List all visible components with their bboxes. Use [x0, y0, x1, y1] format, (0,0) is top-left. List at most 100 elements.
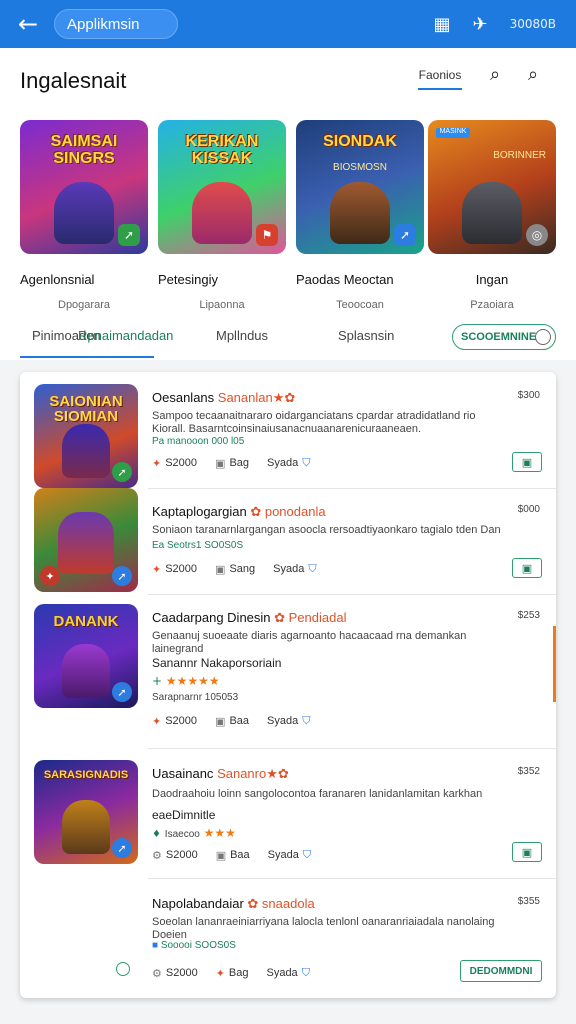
list-item[interactable]: ✦ ➚ Kaptaplogargian ✿ ponodanla $000 Son…: [20, 488, 556, 594]
featured-card[interactable]: MASINK BORINNER ◎ Ingan Pzaoiara: [428, 120, 556, 311]
stat-bag: Bag: [229, 457, 250, 469]
active-tab-indicator: [20, 356, 154, 358]
character-art: [62, 644, 110, 698]
shield-icon: ⛉: [302, 848, 312, 861]
back-arrow-icon[interactable]: ←: [8, 0, 48, 48]
bag-icon: ▣: [215, 562, 226, 576]
tab-splasnsin[interactable]: Splasnsin: [338, 328, 394, 343]
search-icon[interactable]: ⌕: [490, 64, 500, 85]
item-description: Genaanuj suoeaate diaris agarnoanto haca…: [152, 630, 467, 656]
gear-icon: ⚙: [152, 966, 162, 980]
item-stats: ⚙ S2000 ▣ Baa Syada ⛉: [152, 848, 311, 862]
game-thumbnail: SARASIGNADIS ➚: [34, 760, 138, 864]
scroll-indicator[interactable]: [553, 626, 556, 702]
featured-category: Dpogarara: [58, 299, 110, 311]
recommend-button[interactable]: SCOOEMNINE: [452, 324, 556, 350]
page-title: Ingalesnait: [20, 68, 127, 93]
pin-icon: ♦: [152, 829, 161, 840]
item-stats: ✦ S2000 ▣ Sang Syada ⛉: [152, 562, 317, 576]
featured-name: Agenlonsnial: [20, 272, 95, 287]
character-art: [192, 182, 252, 244]
shield-icon: ⛉: [302, 456, 311, 469]
arrow-icon: ➚: [112, 566, 132, 586]
title-highlight: Sananro★✿: [217, 766, 289, 781]
shield-icon: ⛉: [302, 714, 311, 727]
circle-icon: [535, 329, 551, 345]
list-item[interactable]: SAIONIAN SIOMIAN ➚ Oesanlans Sananlan★✿ …: [20, 372, 556, 488]
item-price: $300: [517, 390, 540, 401]
game-list: SAIONIAN SIOMIAN ➚ Oesanlans Sananlan★✿ …: [20, 372, 556, 998]
art-title: KERIKAN KISSAK: [185, 133, 259, 167]
get-button[interactable]: ▣: [512, 452, 542, 472]
game-thumbnail: SAIONIAN SIOMIAN ➚: [34, 384, 138, 488]
stat-syada: Syada: [267, 457, 299, 469]
arrow-icon: ➚: [394, 224, 416, 246]
rating-stars: ♦ Isaecoo ★★★: [152, 826, 236, 840]
app-name-pill[interactable]: Applikmsin: [54, 9, 178, 39]
search-icon-2[interactable]: ⌕: [528, 64, 538, 85]
item-stats: ✦ S2000 ▣ Baa Syada ⛉: [152, 714, 310, 728]
target-icon: ◎: [526, 224, 548, 246]
get-button[interactable]: ▣: [512, 558, 542, 578]
featured-thumbnail: SIONDAK BIOSMOSN ➚: [296, 120, 424, 254]
plus-icon: +: [152, 674, 163, 688]
bag-icon: ▣: [215, 848, 227, 862]
featured-card[interactable]: KERIKAN KISSAK ⚑ Petesingiy Lipaonna: [158, 120, 286, 311]
title-highlight: ✿ snaadola: [247, 896, 315, 911]
recommend-label: SCOOEMNINE: [461, 331, 537, 343]
fire-icon: ✦: [152, 562, 162, 576]
list-item[interactable]: SARASIGNADIS ➚ Uasainanc Sananro★✿ $352 …: [20, 748, 556, 878]
stat-bag: Sang: [229, 563, 256, 575]
divider: [148, 878, 556, 879]
stat-syada: Syada: [266, 967, 298, 979]
item-title: Uasainanc Sananro★✿: [152, 766, 289, 781]
item-price: $000: [517, 504, 540, 515]
featured-name: Ingan: [475, 272, 509, 287]
item-subtitle: Sanannr Nakaporsoriain: [152, 656, 282, 670]
header-section: Ingalesnait Faonios ⌕ ⌕ SAIMSAI SINGRS ➚…: [0, 48, 576, 360]
list-item[interactable]: DANANK ➚ Caadarpang Dinesin ✿ Pendiadal …: [20, 594, 556, 748]
character-art: [58, 512, 114, 574]
item-price: $355: [517, 896, 540, 907]
shield-icon: ⛉: [308, 562, 317, 575]
fire-icon: ✦: [215, 966, 225, 980]
art-title: DANANK: [53, 613, 119, 630]
item-stats: ⚙ S2000 ✦ Bag Syada ⛉: [152, 966, 310, 980]
stat-downloads: S2000: [165, 457, 198, 469]
stat-downloads: S2000: [165, 967, 198, 979]
fire-icon: ✦: [152, 456, 162, 470]
featured-card[interactable]: SAIMSAI SINGRS ➚ Agenlonsnial Dpogarara: [20, 120, 148, 311]
bag-icon: ▣: [215, 714, 226, 728]
grid-icon[interactable]: ▦: [433, 14, 450, 35]
art-title: SAIMSAI SINGRS: [50, 133, 118, 167]
plane-icon[interactable]: ✈: [473, 14, 488, 35]
get-button[interactable]: ▣: [512, 842, 542, 862]
favorites-tab[interactable]: Faonios: [418, 68, 462, 90]
top-actions: ▦ ✈ 30080B: [433, 14, 556, 35]
featured-name: Petesingiy: [158, 272, 218, 287]
item-meta: Pa manooon 000 l05: [152, 436, 245, 447]
art-title: SIONDAK: [323, 133, 397, 150]
ring-icon: [116, 962, 130, 976]
robot-art: [462, 182, 522, 244]
fire-icon: ✦: [152, 714, 162, 728]
item-description: Soniaon taranarnlargangan asoocla rersoa…: [152, 524, 501, 536]
top-app-bar: ← Applikmsin ▦ ✈ 30080B: [0, 0, 576, 48]
tab-recommended[interactable]: Rpnaimandadan: [78, 328, 173, 343]
featured-thumbnail: MASINK BORINNER ◎: [428, 120, 556, 254]
character-art: [54, 182, 114, 244]
item-title: Caadarpang Dinesin ✿ Pendiadal: [152, 610, 347, 625]
featured-name: Paodas Meoctan: [296, 272, 394, 287]
title-highlight: ✿ ponodanla: [250, 504, 326, 519]
stat-bag: Baa: [229, 715, 250, 727]
bag-icon: ▣: [215, 456, 226, 470]
recommend-install-button[interactable]: DEDOMMDNI: [460, 960, 542, 982]
featured-card[interactable]: SIONDAK BIOSMOSN ➚ Paodas Meoctan Teooco…: [296, 120, 424, 311]
stat-bag: Baa: [230, 849, 250, 861]
tab-mpllndus[interactable]: Mpllndus: [216, 328, 268, 343]
stat-syada: Syada: [267, 849, 299, 861]
character-art: [62, 800, 110, 854]
stat-syada: Syada: [273, 563, 305, 575]
list-item[interactable]: Napolabandaiar ✿ snaadola $355 Soeolan l…: [20, 878, 556, 998]
item-meta: ■ Sooooi SOOS0S: [152, 940, 236, 951]
